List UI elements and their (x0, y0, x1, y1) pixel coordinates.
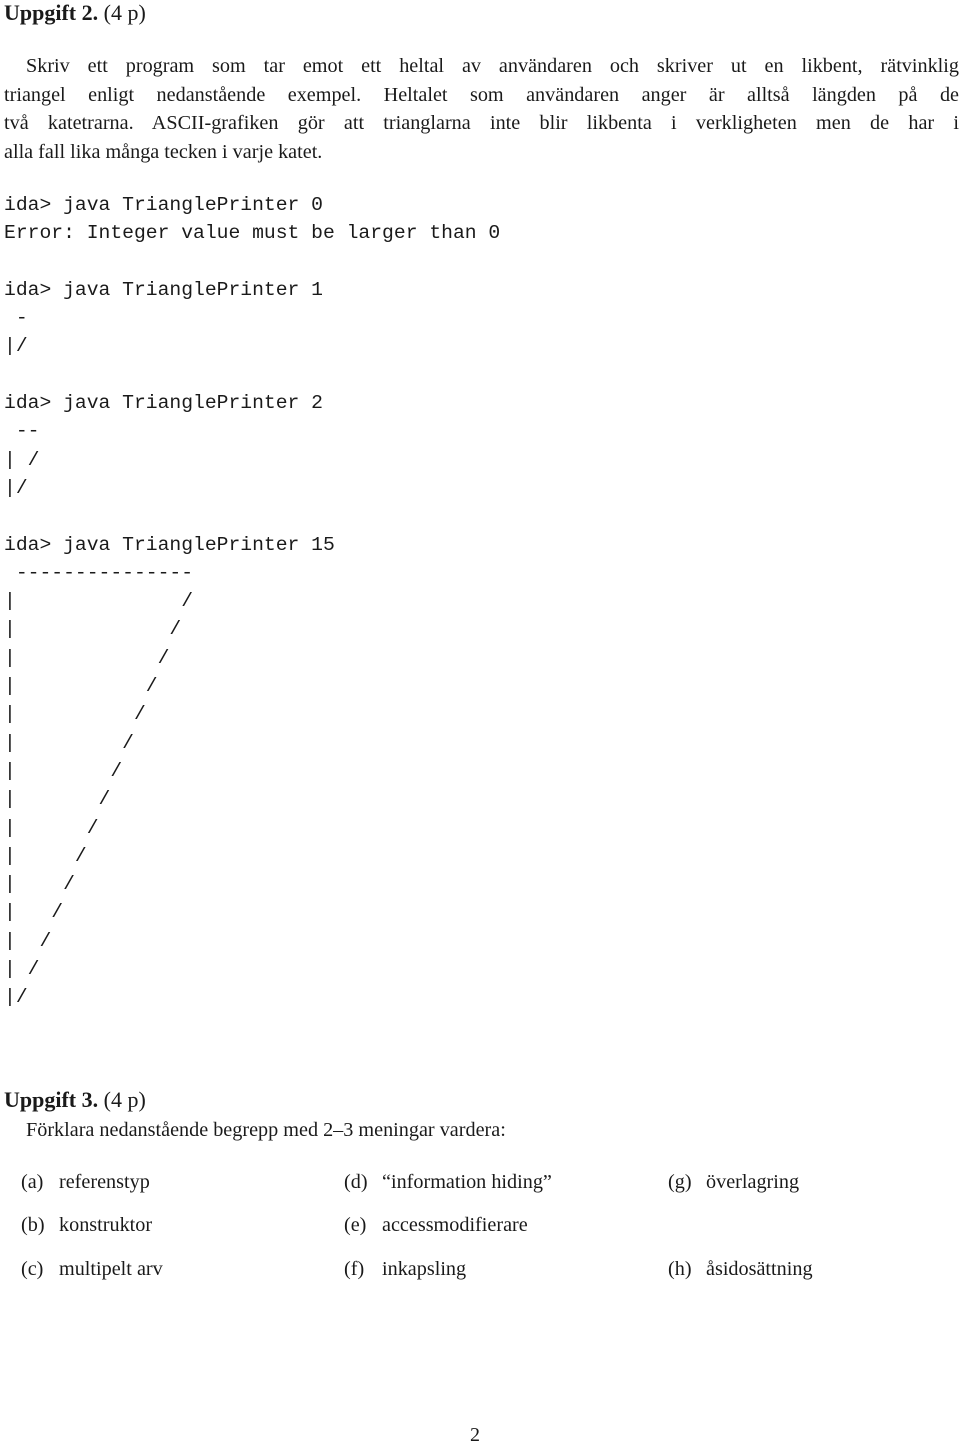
term-text: referenstyp (59, 1171, 150, 1193)
terminal-line: | / (4, 929, 52, 952)
terminal-output: ida> java TrianglePrinter 0 Error: Intege… (4, 191, 500, 1012)
terminal-line: - (4, 307, 28, 330)
terminal-line: | / (4, 448, 40, 471)
term-item: (f) inkapsling (344, 1256, 466, 1282)
term-text: “information hiding” (382, 1171, 552, 1193)
task2-title: Uppgift 2. (4, 0, 99, 25)
terminal-line: | / (4, 646, 170, 669)
terminal-line: -- (4, 420, 40, 443)
term-item: (e) accessmodifierare (344, 1212, 528, 1238)
term-label: (c) (21, 1258, 44, 1280)
task3-points: (4 p) (103, 1087, 146, 1112)
term-text: accessmodifierare (382, 1214, 528, 1236)
term-text: överlagring (706, 1171, 800, 1193)
terminal-line: | / (4, 788, 111, 811)
term-item: (c) multipelt arv (21, 1256, 163, 1282)
terminal-line: ida> java TrianglePrinter 0 (4, 194, 323, 216)
terminal-line: | / (4, 873, 75, 896)
terminal-line: | / (4, 703, 146, 726)
paragraph-line: Skriv ett program som tar emot ett helta… (26, 55, 959, 77)
terminal-line: | / (4, 618, 182, 641)
terminal-line: --------------- (4, 561, 194, 584)
terminal-line: Error: Integer value must be larger than… (4, 222, 501, 245)
term-text: åsidosättning (706, 1258, 813, 1280)
term-label: (a) (21, 1171, 44, 1193)
terminal-line: |/ (4, 335, 28, 358)
paragraph-line: två katetrarna. ASCII-grafiken gör att t… (4, 112, 959, 134)
term-label: (f) (344, 1258, 365, 1280)
term-label: (e) (344, 1214, 367, 1236)
term-label: (g) (668, 1171, 692, 1193)
task3-intro: Förklara nedanstående begrepp med 2–3 me… (26, 1119, 506, 1141)
task2-heading: Uppgift 2. (4 p) (4, 0, 146, 26)
term-label: (b) (21, 1214, 45, 1236)
term-text: multipelt arv (59, 1258, 163, 1280)
term-item: (b) konstruktor (21, 1212, 152, 1238)
term-label: (h) (668, 1258, 692, 1280)
task3-title: Uppgift 3. (4, 1087, 99, 1112)
term-item: (h) åsidosättning (668, 1256, 813, 1282)
terminal-line: | / (4, 901, 64, 924)
task3-heading: Uppgift 3. (4 p) (4, 1087, 146, 1113)
terminal-line: | / (4, 958, 40, 981)
terminal-line: | / (4, 759, 123, 782)
term-item: (g) överlagring (668, 1169, 799, 1195)
term-text: konstruktor (59, 1214, 153, 1236)
paragraph-line: alla fall lika många tecken i varje kate… (4, 140, 323, 163)
paragraph-line: triangel enligt nedanstående exempel. He… (4, 83, 959, 106)
term-text: inkapsling (382, 1258, 467, 1280)
task2-description: Skriv ett program som tar emot ett helta… (4, 52, 959, 166)
term-label: (d) (344, 1171, 368, 1193)
terminal-line: | / (4, 590, 194, 613)
terminal-line: ida> java TrianglePrinter 1 (4, 278, 323, 301)
terminal-line: |/ (4, 476, 28, 499)
terminal-line: | / (4, 675, 158, 698)
term-item: (a) referenstyp (21, 1169, 150, 1195)
terminal-line: ida> java TrianglePrinter 2 (4, 392, 323, 415)
terminal-line: | / (4, 816, 99, 839)
terminal-line: |/ (4, 986, 28, 1009)
task2-points: (4 p) (103, 0, 146, 25)
terminal-line: | / (4, 844, 87, 867)
term-item: (d) “information hiding” (344, 1169, 552, 1195)
terminal-line: | / (4, 731, 134, 754)
page-number: 2 (470, 1424, 480, 1446)
terminal-line: ida> java TrianglePrinter 15 (4, 533, 335, 556)
